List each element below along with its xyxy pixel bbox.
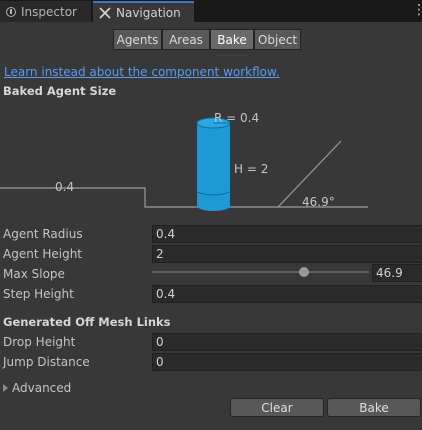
info-icon bbox=[6, 6, 16, 17]
tab-navigation-label: Navigation bbox=[116, 5, 181, 20]
agent-height-label: Agent Height bbox=[3, 247, 83, 261]
max-slope-thumb[interactable] bbox=[298, 267, 309, 277]
step-label: 0.4 bbox=[55, 180, 75, 194]
max-slope-label: Max Slope bbox=[3, 267, 65, 281]
jump-distance-field[interactable]: 0 bbox=[152, 353, 422, 371]
slope-label: 46.9° bbox=[302, 195, 335, 209]
jump-distance-label: Jump Distance bbox=[3, 355, 90, 369]
chevron-right-icon bbox=[3, 384, 8, 392]
off-mesh-links-header: Generated Off Mesh Links bbox=[3, 315, 171, 329]
agent-size-diagram bbox=[0, 117, 368, 211]
step-height-field[interactable]: 0.4 bbox=[152, 285, 422, 303]
bake-button[interactable]: Bake bbox=[327, 398, 421, 417]
tab-navigation[interactable]: Navigation bbox=[93, 1, 194, 22]
agent-radius-field[interactable]: 0.4 bbox=[152, 225, 422, 243]
component-workflow-link[interactable]: Learn instead about the component workfl… bbox=[4, 65, 280, 79]
tab-inspector-label: Inspector bbox=[21, 4, 77, 19]
advanced-label: Advanced bbox=[12, 381, 72, 395]
agent-height-field[interactable]: 2 bbox=[152, 245, 422, 263]
drop-height-label: Drop Height bbox=[3, 335, 76, 349]
baked-agent-size-header: Baked Agent Size bbox=[3, 84, 117, 98]
clear-button[interactable]: Clear bbox=[230, 398, 324, 417]
navigation-icon bbox=[99, 6, 111, 19]
advanced-foldout[interactable]: Advanced bbox=[3, 381, 71, 395]
agent-radius-label: Agent Radius bbox=[3, 227, 83, 241]
max-slope-field[interactable]: 46.9 bbox=[372, 264, 422, 282]
ground-profile bbox=[0, 140, 342, 208]
drop-height-field[interactable]: 0 bbox=[152, 333, 422, 351]
segment-object[interactable]: Object bbox=[254, 29, 301, 50]
segment-areas[interactable]: Areas bbox=[162, 29, 210, 50]
tab-inspector[interactable]: Inspector bbox=[0, 1, 91, 22]
agent-cylinder bbox=[196, 117, 231, 211]
max-slope-track[interactable] bbox=[152, 271, 369, 273]
segment-agents[interactable]: Agents bbox=[113, 29, 162, 50]
radius-label: R = 0.4 bbox=[214, 111, 260, 125]
step-height-label: Step Height bbox=[3, 287, 74, 301]
segment-bake[interactable]: Bake bbox=[210, 29, 254, 50]
more-options-icon[interactable]: ⋮ bbox=[412, 3, 422, 17]
height-label: H = 2 bbox=[234, 162, 269, 176]
